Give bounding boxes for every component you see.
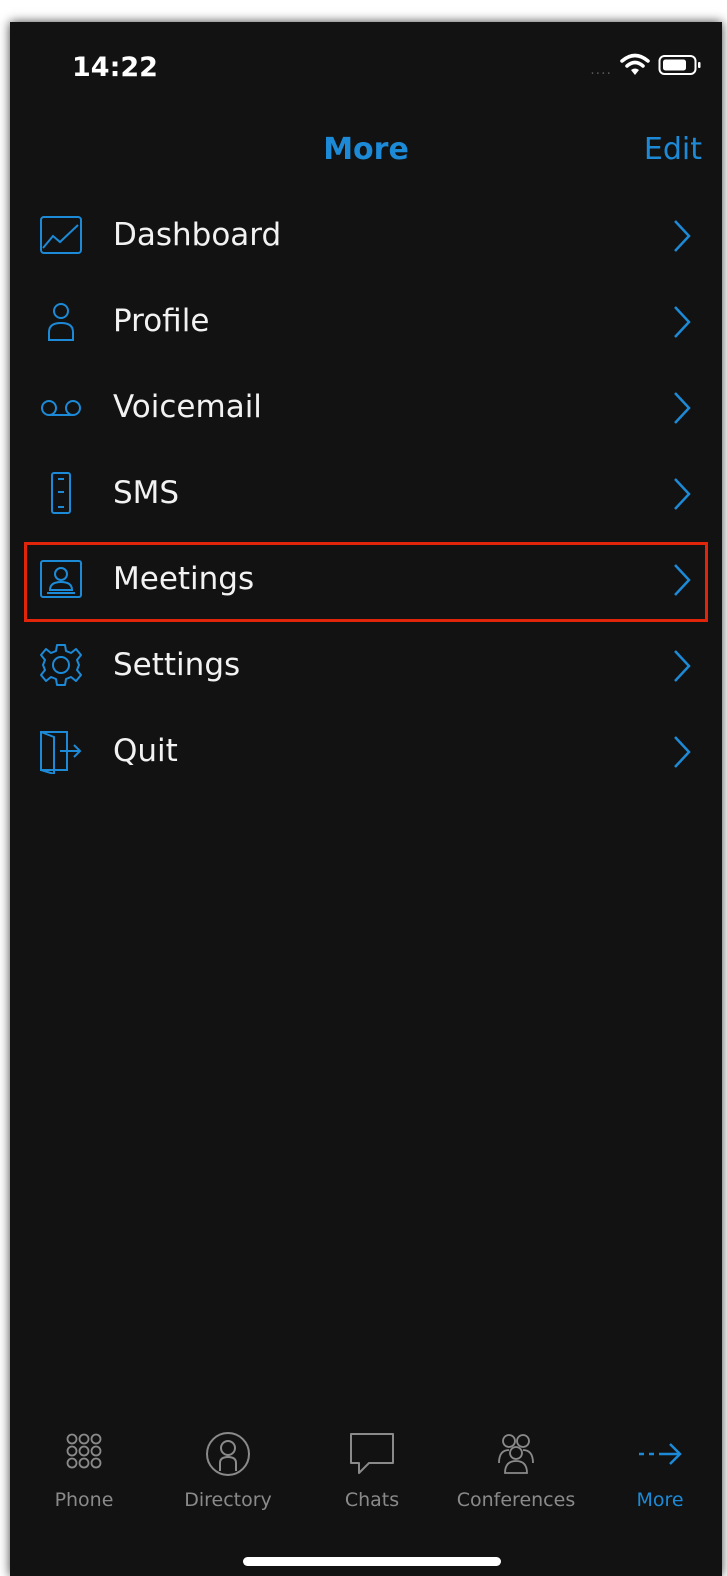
chevron-right-icon xyxy=(674,478,691,510)
tab-more[interactable]: More xyxy=(595,1429,722,1519)
menu-item-label: Dashboard xyxy=(113,217,282,253)
edit-button[interactable]: Edit xyxy=(644,132,702,167)
menu-item-voicemail[interactable]: Voicemail xyxy=(10,364,722,450)
user-icon xyxy=(48,303,74,341)
signal-dots: .... xyxy=(590,62,612,78)
chat-bubble-icon xyxy=(350,1433,394,1474)
mobile-phone-icon xyxy=(51,472,71,514)
chevron-right-icon xyxy=(674,650,691,682)
menu-item-label: Settings xyxy=(113,647,241,683)
status-time: 14:22 xyxy=(72,52,158,83)
menu-item-settings[interactable]: Settings xyxy=(10,622,722,708)
menu-item-label: Profile xyxy=(113,303,210,339)
menu-item-profile[interactable]: Profile xyxy=(10,278,722,364)
menu-item-sms[interactable]: SMS xyxy=(10,450,722,536)
tab-conferences[interactable]: Conferences xyxy=(451,1429,581,1519)
menu-item-dashboard[interactable]: Dashboard xyxy=(10,192,722,278)
dashboard-chart-icon xyxy=(40,216,82,254)
menu-item-label: Voicemail xyxy=(113,389,262,425)
tab-label: Conferences xyxy=(456,1489,576,1511)
menu-item-meetings[interactable]: Meetings xyxy=(10,536,722,622)
tab-phone[interactable]: Phone xyxy=(19,1429,149,1519)
menu-item-quit[interactable]: Quit xyxy=(10,708,722,794)
tab-label: Phone xyxy=(54,1489,114,1511)
contact-circle-icon xyxy=(206,1432,250,1476)
tab-label: Chats xyxy=(344,1489,400,1511)
group-icon xyxy=(498,1434,534,1474)
status-indicators: .... xyxy=(590,52,702,78)
chevron-right-icon xyxy=(674,564,691,596)
phone-screen: 14:22 .... More Edit Dashboard Profile V… xyxy=(10,22,722,1576)
chevron-right-icon xyxy=(674,220,691,252)
more-arrow-icon xyxy=(639,1443,682,1465)
wifi-icon xyxy=(620,53,650,75)
keypad-icon xyxy=(66,1433,102,1469)
tab-label: Directory xyxy=(184,1489,272,1511)
meeting-icon xyxy=(40,560,82,598)
tab-chats[interactable]: Chats xyxy=(307,1429,437,1519)
chevron-right-icon xyxy=(674,736,691,768)
menu-item-label: Quit xyxy=(113,733,178,769)
tab-directory[interactable]: Directory xyxy=(163,1429,293,1519)
chevron-right-icon xyxy=(674,306,691,338)
chevron-right-icon xyxy=(674,392,691,424)
menu-item-label: SMS xyxy=(113,475,180,511)
battery-icon xyxy=(658,55,701,75)
voicemail-icon xyxy=(41,400,81,416)
page-title: More xyxy=(323,132,409,167)
gear-icon xyxy=(40,644,82,686)
home-indicator[interactable] xyxy=(243,1557,501,1566)
tab-label: More xyxy=(636,1489,684,1511)
menu-item-label: Meetings xyxy=(113,561,255,597)
exit-door-icon xyxy=(40,731,82,774)
